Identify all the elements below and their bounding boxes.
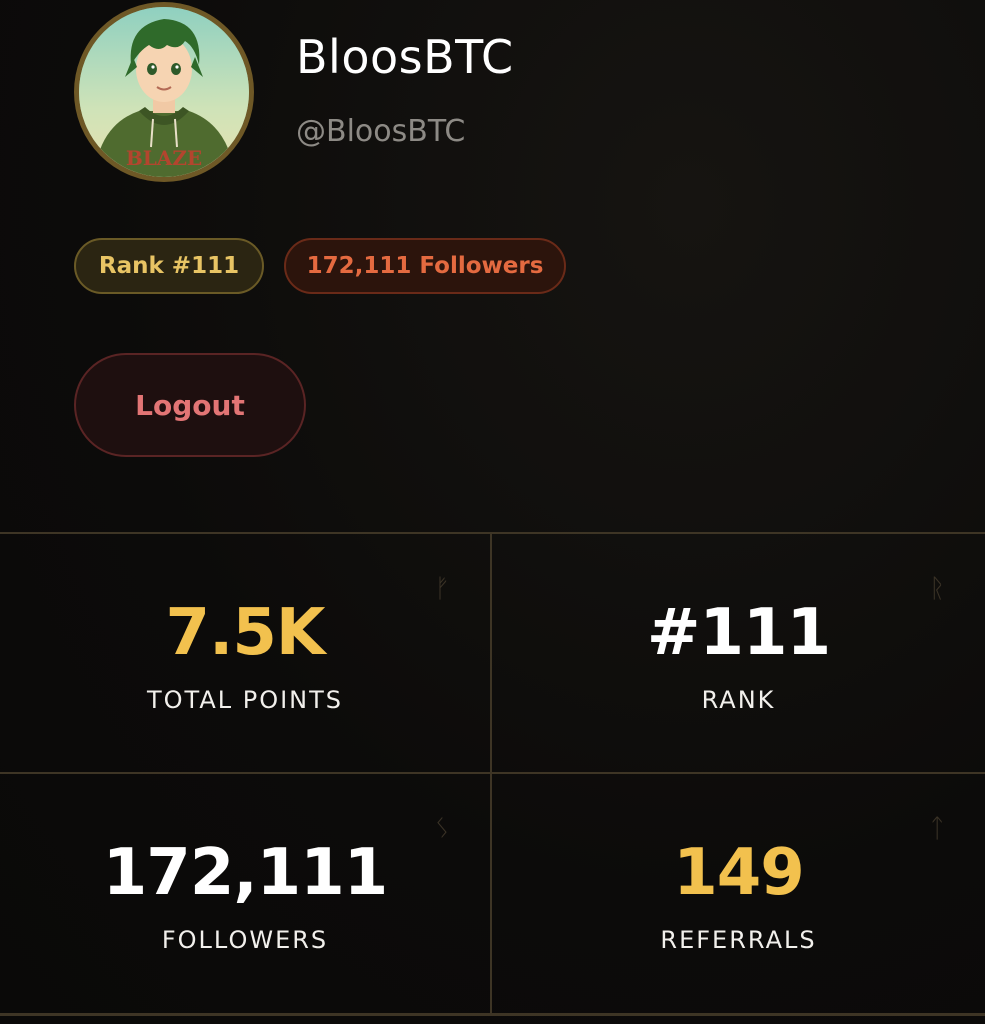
logout-button[interactable]: Logout: [74, 353, 306, 457]
stat-card-rank: ᚱ #111 RANK: [492, 534, 985, 774]
user-handle: @BloosBTC: [296, 114, 466, 149]
stat-card-referrals: ᛏ 149 REFERRALS: [492, 774, 985, 1015]
profile-page: BLAZE BloosBTC @BloosBTC Rank #111 172,1…: [0, 0, 985, 1024]
stat-card-followers: ᛊ 172,111 FOLLOWERS: [0, 774, 492, 1015]
followers-badge: 172,111 Followers: [284, 238, 566, 294]
stat-card-total-points: ᚠ 7.5K TOTAL POINTS: [0, 534, 492, 774]
stat-label-followers: FOLLOWERS: [161, 926, 329, 954]
rank-badge: Rank #111: [74, 238, 264, 294]
display-name: BloosBTC: [296, 30, 514, 84]
stat-value-rank: #111: [646, 596, 831, 670]
stat-label-total-points: TOTAL POINTS: [146, 686, 344, 714]
stats-grid: ᚠ 7.5K TOTAL POINTS ᚱ #111 RANK ᛊ 172,11…: [0, 532, 985, 1016]
avatar-image: BLAZE: [79, 7, 249, 177]
stat-label-rank: RANK: [701, 686, 776, 714]
stat-value-total-points: 7.5K: [165, 596, 326, 670]
stat-value-followers: 172,111: [102, 836, 389, 910]
stat-value-referrals: 149: [673, 836, 805, 910]
avatar-hoodie-text: BLAZE: [126, 146, 202, 170]
avatar[interactable]: BLAZE: [74, 2, 254, 182]
stat-label-referrals: REFERRALS: [660, 926, 817, 954]
